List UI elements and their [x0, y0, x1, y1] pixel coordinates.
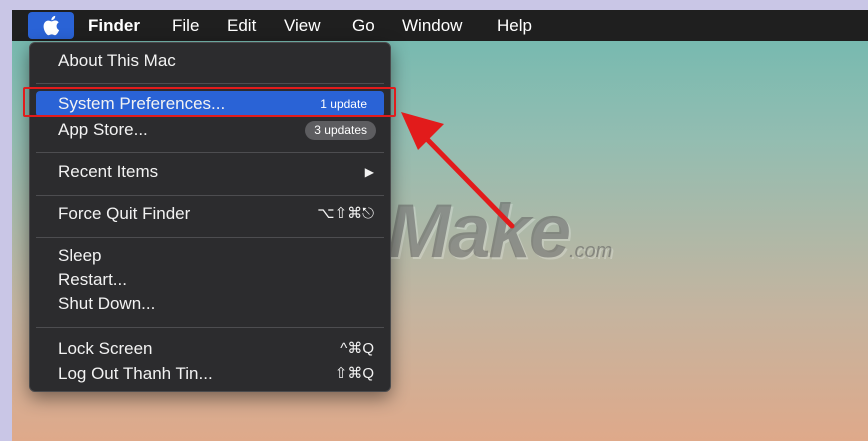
desktop: Finder File Edit View Go Window Help Tip… [12, 10, 868, 441]
annotation-arrow-icon [401, 112, 515, 229]
